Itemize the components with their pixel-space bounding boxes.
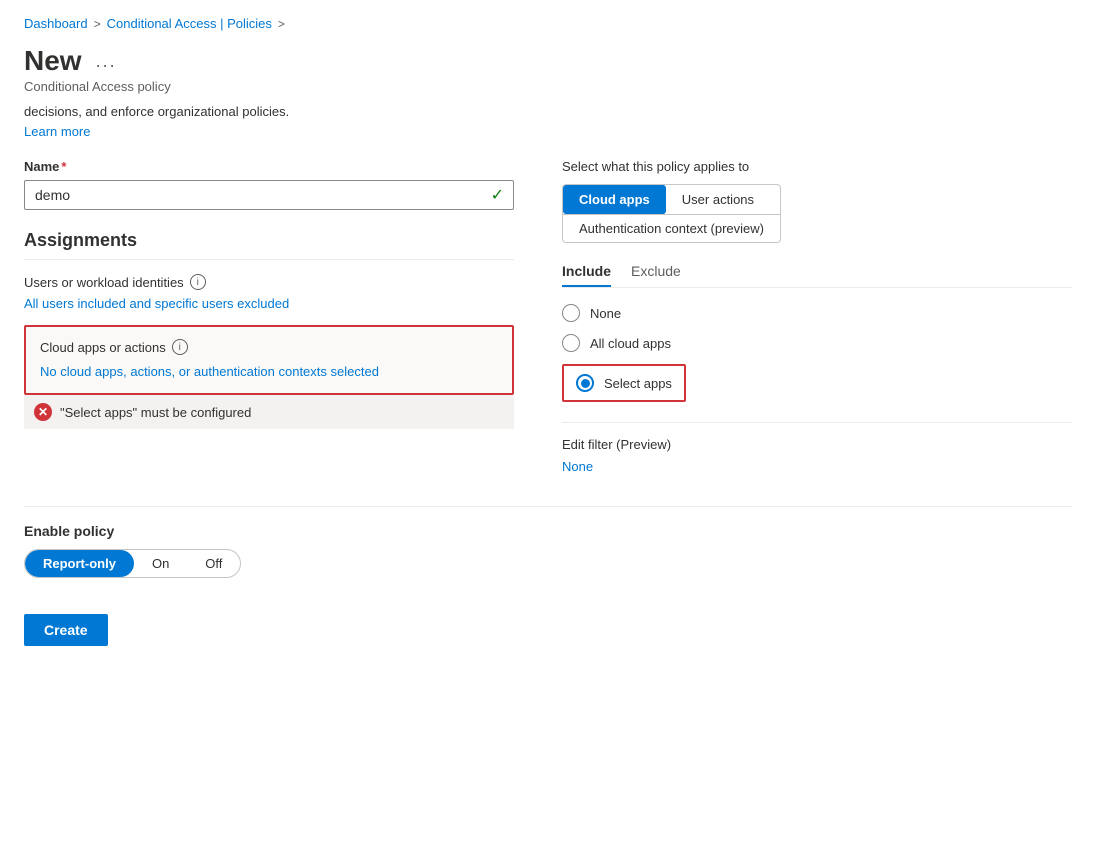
tab-exclude[interactable]: Exclude — [631, 263, 681, 287]
breadcrumb-policies[interactable]: Conditional Access | Policies — [107, 16, 272, 31]
tab-auth-context[interactable]: Authentication context (preview) — [563, 214, 780, 242]
cloud-apps-info-icon[interactable]: i — [172, 339, 188, 355]
radio-none-label: None — [590, 306, 621, 321]
users-info-icon[interactable]: i — [190, 274, 206, 290]
error-row: ✕ "Select apps" must be configured — [24, 395, 514, 429]
radio-select-apps-label: Select apps — [604, 376, 672, 391]
create-button[interactable]: Create — [24, 614, 108, 646]
page-description: decisions, and enforce organizational po… — [24, 104, 1072, 119]
error-icon: ✕ — [34, 403, 52, 421]
cloud-apps-box: Cloud apps or actions i No cloud apps, a… — [24, 325, 514, 395]
learn-more-link[interactable]: Learn more — [24, 124, 90, 139]
toggle-report-only[interactable]: Report-only — [25, 550, 134, 577]
checkmark-icon: ✓ — [491, 185, 504, 205]
title-row: New ... — [24, 45, 1072, 77]
bottom-section: Enable policy Report-only On Off Create — [24, 506, 1072, 646]
radio-select-apps-highlighted[interactable]: Select apps — [562, 364, 686, 402]
radio-all-cloud-label: All cloud apps — [590, 336, 671, 351]
left-panel: Name* ✓ Assignments Users or workload id… — [24, 159, 514, 474]
cloud-apps-label: Cloud apps or actions i — [40, 339, 498, 355]
right-panel: Select what this policy applies to Cloud… — [562, 159, 1072, 474]
page-subtitle: Conditional Access policy — [24, 79, 1072, 94]
edit-filter-section: Edit filter (Preview) None — [562, 422, 1072, 474]
name-input-wrapper: ✓ — [24, 180, 514, 210]
assignments-section-title: Assignments — [24, 230, 514, 260]
toggle-group: Report-only On Off — [24, 549, 241, 578]
users-link[interactable]: All users included and specific users ex… — [24, 296, 514, 311]
breadcrumb-sep-1: > — [94, 17, 101, 31]
toggle-off[interactable]: Off — [187, 550, 240, 577]
breadcrumb-sep-2: > — [278, 17, 285, 31]
name-input[interactable] — [24, 180, 514, 210]
applies-to-label: Select what this policy applies to — [562, 159, 1072, 174]
policy-type-tabs: Cloud apps User actions Authentication c… — [562, 184, 781, 243]
users-subsection-label: Users or workload identities i — [24, 274, 514, 290]
radio-all-cloud-apps[interactable]: All cloud apps — [562, 334, 1072, 352]
toggle-on[interactable]: On — [134, 550, 187, 577]
enable-policy-label: Enable policy — [24, 523, 1072, 539]
breadcrumb-dashboard[interactable]: Dashboard — [24, 16, 88, 31]
tab-cloud-apps[interactable]: Cloud apps — [563, 185, 666, 214]
main-content: Name* ✓ Assignments Users or workload id… — [24, 159, 1072, 474]
page-container: Dashboard > Conditional Access | Policie… — [0, 0, 1096, 862]
edit-filter-link[interactable]: None — [562, 459, 593, 474]
radio-none[interactable]: None — [562, 304, 1072, 322]
tab-user-actions[interactable]: User actions — [666, 185, 770, 214]
edit-filter-label: Edit filter (Preview) — [562, 437, 1072, 452]
tab-include[interactable]: Include — [562, 263, 611, 287]
tab-row-top: Cloud apps User actions — [563, 185, 780, 214]
breadcrumb: Dashboard > Conditional Access | Policie… — [24, 16, 1072, 31]
radio-select-apps-circle — [576, 374, 594, 392]
include-exclude-tabs: Include Exclude — [562, 263, 1072, 288]
page-title: New — [24, 45, 82, 77]
cloud-apps-warning: No cloud apps, actions, or authenticatio… — [40, 363, 498, 381]
error-message: "Select apps" must be configured — [60, 405, 251, 420]
radio-all-cloud-circle — [562, 334, 580, 352]
radio-none-circle — [562, 304, 580, 322]
required-indicator: * — [61, 159, 66, 174]
radio-group: None All cloud apps Select apps — [562, 304, 1072, 402]
name-field-label: Name* — [24, 159, 514, 174]
ellipsis-button[interactable]: ... — [90, 49, 123, 74]
